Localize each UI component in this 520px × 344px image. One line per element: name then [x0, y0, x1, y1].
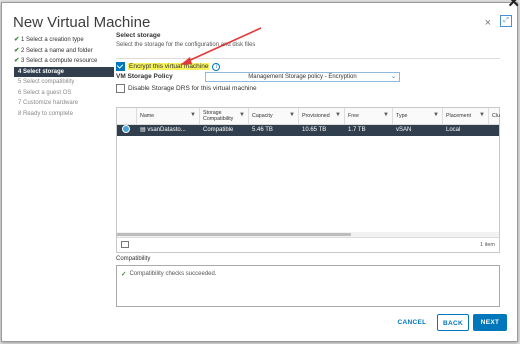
- step-select-storage[interactable]: 4 Select storage: [14, 66, 114, 77]
- item-count: 1 item: [480, 242, 495, 248]
- column-type[interactable]: Type ▼: [393, 108, 443, 124]
- column-label: Provisioned: [302, 113, 330, 119]
- step-label: 7 Customize hardware: [18, 100, 79, 106]
- step-compute-resource[interactable]: ✔ 3 Select a compute resource: [14, 56, 114, 67]
- table-row[interactable]: ▤ vsanDatasto... Compatible 5.46 TB 10.6…: [117, 125, 499, 136]
- column-name[interactable]: Name ▼: [137, 108, 200, 124]
- cell-free: 1.7 TB: [348, 127, 366, 133]
- filter-icon[interactable]: ▼: [383, 112, 389, 118]
- step-label: 4 Select storage: [18, 68, 65, 75]
- filter-icon[interactable]: ▼: [190, 112, 196, 118]
- column-free[interactable]: Free ▼: [345, 108, 393, 124]
- filter-icon[interactable]: ▼: [479, 112, 485, 118]
- back-button[interactable]: BACK: [437, 314, 469, 331]
- cell-placement: Local: [446, 127, 461, 133]
- cell-provisioned: 10.65 TB: [302, 127, 327, 133]
- info-icon[interactable]: i: [212, 62, 221, 71]
- filter-icon[interactable]: ▼: [239, 112, 245, 118]
- dialog-title: New Virtual Machine: [13, 14, 151, 31]
- step-name-folder[interactable]: ✔ 2 Select a name and folder: [14, 46, 114, 57]
- step-label: 1 Select a creation type: [21, 37, 84, 43]
- cell-compat: Compatible: [203, 127, 234, 133]
- column-label: Clu: [492, 113, 500, 119]
- drs-label[interactable]: Disable Storage DRS for this virtual mac…: [128, 85, 257, 92]
- step-label: 2 Select a name and folder: [21, 47, 93, 54]
- encrypt-checkbox[interactable]: [116, 62, 125, 71]
- outer-close-icon[interactable]: ✕: [507, 0, 520, 10]
- compatibility-text: Compatibility checks succeeded.: [129, 271, 217, 277]
- column-placement[interactable]: Placement ▼: [443, 108, 489, 124]
- checkmark-icon: ✓: [121, 271, 127, 278]
- step-label: 8 Ready to complete: [18, 110, 74, 117]
- cell-type: vSAN: [396, 127, 412, 133]
- column-capacity[interactable]: Capacity ▼: [249, 108, 299, 124]
- encrypt-label[interactable]: Encrypt this virtual machine: [128, 63, 210, 70]
- column-toggle-icon[interactable]: [121, 241, 129, 248]
- compatibility-panel: ✓ Compatibility checks succeeded.: [116, 265, 500, 307]
- column-storage-compatibility[interactable]: Storage Compatibility ▼: [200, 108, 249, 124]
- checkmark-icon: ✔: [14, 36, 20, 43]
- checkmark-icon: ✔: [14, 57, 20, 64]
- step-label: 5 Select compatibility: [18, 79, 75, 85]
- storage-header: Select storage Select the storage for th…: [116, 32, 500, 48]
- compatibility-message: ✓ Compatibility checks succeeded.: [121, 270, 217, 278]
- step-compatibility: 5 Select compatibility: [14, 77, 114, 88]
- table-footer: 1 item: [117, 237, 499, 252]
- radio-selected-icon[interactable]: [122, 125, 130, 133]
- cancel-button[interactable]: CANCEL: [391, 314, 433, 331]
- filter-icon[interactable]: ▼: [433, 112, 439, 118]
- column-provisioned[interactable]: Provisioned ▼: [299, 108, 345, 124]
- wizard-steps: ✔ 1 Select a creation type ✔ 2 Select a na…: [14, 35, 114, 119]
- cell-name[interactable]: ▤ vsanDatasto...: [137, 125, 200, 136]
- column-label: Capacity: [252, 113, 273, 119]
- section-description: Select the storage for the configuration…: [116, 42, 256, 48]
- step-label: 6 Select a guest OS: [18, 89, 72, 96]
- step-creation-type[interactable]: ✔ 1 Select a creation type: [14, 35, 114, 46]
- filter-icon[interactable]: ▼: [289, 112, 295, 118]
- divider: [116, 58, 500, 59]
- close-icon[interactable]: ×: [485, 17, 491, 29]
- datastore-table: Name ▼ Storage Compatibility ▼ Capacity ▼ P…: [116, 107, 500, 253]
- step-ready-complete: 8 Ready to complete: [14, 109, 114, 120]
- drs-option[interactable]: Disable Storage DRS for this virtual mac…: [116, 84, 257, 93]
- cell-capacity: 5.46 TB: [252, 127, 273, 133]
- column-label: Placement: [446, 113, 472, 119]
- expand-icon[interactable]: ⤢: [500, 15, 512, 27]
- encrypt-option[interactable]: Encrypt this virtual machine i: [116, 62, 221, 71]
- drs-checkbox[interactable]: [116, 84, 125, 93]
- next-button[interactable]: NEXT: [473, 314, 507, 331]
- scrollbar-thumb[interactable]: [117, 233, 351, 236]
- column-select: [117, 108, 137, 124]
- column-label: Name: [140, 113, 155, 119]
- column-label: Free: [348, 113, 359, 119]
- filter-icon[interactable]: ▼: [335, 112, 341, 118]
- policy-label: VM Storage Policy: [116, 73, 173, 80]
- compatibility-label: Compatibility: [116, 256, 151, 262]
- column-label: Type: [396, 113, 408, 119]
- row-select[interactable]: [117, 123, 137, 138]
- step-customize-hardware: 7 Customize hardware: [14, 98, 114, 109]
- checkmark-icon: ✔: [14, 46, 20, 54]
- step-label: 3 Select a compute resource: [21, 58, 98, 64]
- vm-storage-policy-select[interactable]: Management Storage policy - Encryption ⌄: [205, 72, 400, 82]
- policy-value: Management Storage policy - Encryption: [248, 74, 357, 80]
- datastore-name[interactable]: vsanDatasto...: [147, 127, 185, 133]
- step-guest-os: 6 Select a guest OS: [14, 88, 114, 99]
- section-title: Select storage: [116, 32, 161, 39]
- chevron-down-icon: ⌄: [390, 74, 396, 80]
- table-header: Name ▼ Storage Compatibility ▼ Capacity ▼ P…: [117, 108, 500, 125]
- column-cluster[interactable]: Clu: [489, 108, 500, 124]
